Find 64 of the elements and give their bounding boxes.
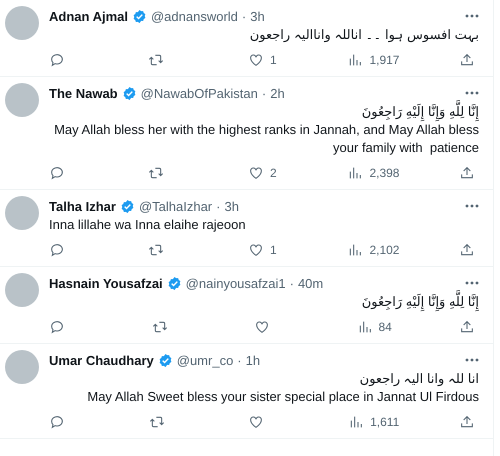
post-time[interactable]: 1h: [246, 352, 260, 368]
user-name[interactable]: The Nawab: [49, 86, 118, 100]
user-name[interactable]: Adnan Ajmal: [49, 8, 128, 24]
bar-chart-icon[interactable]: [348, 414, 364, 430]
reply-icon[interactable]: [49, 319, 65, 335]
reply-icon[interactable]: [49, 414, 65, 430]
share-button[interactable]: [458, 242, 475, 258]
repost-icon[interactable]: [148, 52, 164, 68]
user-handle[interactable]: @adnansworld: [150, 8, 238, 24]
more-icon[interactable]: [465, 91, 479, 95]
user-handle[interactable]: @nainyousafzai1: [186, 276, 286, 290]
repost-icon[interactable]: [148, 242, 164, 258]
separator-dot: ·: [237, 352, 242, 368]
reply-text: Inna lillahe wa Inna elaihe rajeoon: [49, 216, 246, 234]
repost-icon[interactable]: [148, 414, 165, 430]
like-button[interactable]: 1: [248, 52, 288, 68]
repost-icon[interactable]: [152, 319, 168, 335]
user-handle[interactable]: @TalhaIzhar: [138, 198, 212, 214]
views-button[interactable]: 2,102: [347, 242, 400, 258]
heart-icon[interactable]: [248, 165, 264, 181]
views-button[interactable]: 1,917: [347, 52, 400, 68]
reply-text: بہت افسوس ہوا ۔۔ اناللہ واناالیہ راجعون: [250, 26, 479, 44]
more-icon[interactable]: [465, 204, 479, 208]
views-button[interactable]: 2,398: [347, 165, 400, 181]
user-name[interactable]: Hasnain Yousafzai: [49, 276, 163, 290]
heart-icon[interactable]: [248, 52, 264, 68]
separator-dot: ·: [216, 198, 220, 214]
bar-chart-icon[interactable]: [347, 165, 364, 181]
user-handle[interactable]: @umr_co: [176, 352, 234, 368]
post-time[interactable]: 3h: [250, 8, 265, 24]
reply-text: May Allah Sweet bless your sister special place in Jannat Ul Firdous: [87, 388, 479, 406]
separator-dot: ·: [242, 8, 246, 24]
share-button[interactable]: [458, 52, 475, 68]
more-icon[interactable]: [465, 14, 479, 18]
user-handle[interactable]: @NawabOfPakistan: [140, 86, 258, 100]
reply-text: May Allah bless her with the highest ranks in Jannah, and May Allah bless: [54, 122, 479, 139]
reply-icon[interactable]: [49, 242, 65, 258]
bar-chart-icon[interactable]: [347, 242, 364, 258]
separator-dot: ·: [262, 86, 266, 100]
reply-card[interactable]: Talha Izhar @TalhaIzhar · 3h Inna lillahe wa Inna elaihe rajeoon 1 2,102: [0, 190, 493, 267]
like-button[interactable]: 2: [248, 165, 288, 181]
reply-text: انا للہ وانا الیہ راجعون: [360, 370, 479, 388]
like-button[interactable]: 1: [248, 242, 288, 258]
views-button[interactable]: 84: [356, 319, 396, 335]
share-button[interactable]: [459, 319, 475, 335]
heart-icon[interactable]: [248, 242, 264, 258]
reply-icon[interactable]: [49, 52, 65, 68]
post-time[interactable]: 3h: [224, 198, 239, 214]
repost-icon[interactable]: [148, 165, 164, 181]
share-button[interactable]: [458, 165, 475, 181]
user-name[interactable]: Talha Izhar: [49, 198, 116, 214]
post-time[interactable]: 40m: [298, 276, 324, 290]
heart-icon[interactable]: [248, 414, 264, 430]
separator-dot: ·: [290, 276, 294, 290]
reply-icon[interactable]: [49, 165, 65, 181]
more-icon[interactable]: [465, 281, 479, 285]
post-time[interactable]: 2h: [270, 86, 285, 100]
views-button[interactable]: 1,611: [348, 414, 400, 430]
more-icon[interactable]: [465, 358, 479, 362]
bar-chart-icon[interactable]: [347, 52, 364, 68]
reply-text: your family with patience: [333, 139, 479, 157]
user-name[interactable]: Umar Chaudhary: [49, 352, 154, 368]
heart-icon[interactable]: [254, 319, 270, 335]
share-button[interactable]: [458, 414, 475, 430]
